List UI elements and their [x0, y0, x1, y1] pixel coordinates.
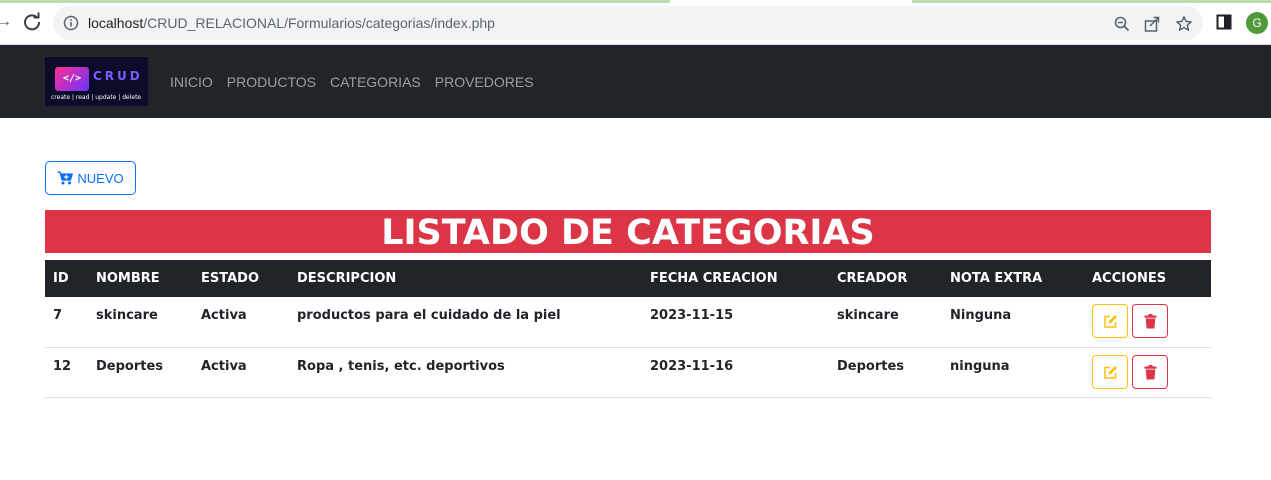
- address-bar[interactable]: localhost/CRUD_RELACIONAL/Formularios/ca…: [53, 6, 1203, 40]
- browser-toolbar: → localhost/CRUD_RELACIONAL/Formularios/…: [0, 0, 1271, 45]
- nav-link-productos[interactable]: PRODUCTOS: [227, 73, 316, 91]
- reload-icon[interactable]: [22, 12, 42, 32]
- trash-icon: [1144, 314, 1157, 329]
- cell-fecha: 2023-11-16: [642, 347, 829, 398]
- share-icon[interactable]: [1143, 15, 1161, 33]
- cell-nota: ninguna: [942, 347, 1084, 398]
- nav-link-provedores[interactable]: PROVEDORES: [435, 73, 534, 91]
- table-row: 7 skincare Activa productos para el cuid…: [45, 297, 1211, 348]
- col-header-descripcion: DESCRIPCION: [289, 260, 642, 297]
- page-title: LISTADO DE CATEGORIAS: [45, 210, 1211, 253]
- table-header: ID NOMBRE ESTADO DESCRIPCION FECHA CREAC…: [45, 260, 1211, 297]
- zoom-icon[interactable]: [1113, 15, 1131, 33]
- brand-tagline: create | read | update | delete: [51, 94, 142, 101]
- forward-arrow-icon[interactable]: →: [0, 13, 12, 31]
- cell-descripcion: productos para el cuidado de la piel: [289, 297, 642, 348]
- cell-id: 7: [45, 297, 88, 348]
- site-info-icon[interactable]: [63, 15, 79, 31]
- edit-button[interactable]: [1092, 354, 1128, 389]
- edit-icon: [1104, 365, 1117, 379]
- edit-button[interactable]: [1092, 304, 1128, 338]
- col-header-id: ID: [45, 260, 88, 297]
- nav-link-inicio[interactable]: INICIO: [170, 73, 213, 91]
- cell-acciones: [1084, 347, 1211, 398]
- nav-link-categorias[interactable]: CATEGORIAS: [330, 73, 421, 91]
- delete-button[interactable]: [1132, 304, 1168, 338]
- header-row: ID NOMBRE ESTADO DESCRIPCION FECHA CREAC…: [45, 260, 1211, 297]
- url-path: /CRUD_RELACIONAL/Formularios/categorias/…: [143, 15, 495, 31]
- cell-nombre: skincare: [88, 297, 193, 348]
- col-header-acciones: ACCIONES: [1084, 260, 1211, 297]
- cell-nombre: Deportes: [88, 347, 193, 398]
- code-icon: </>: [55, 67, 89, 91]
- brand-name: CRUD: [93, 69, 143, 83]
- new-category-button[interactable]: NUEVO: [45, 161, 136, 195]
- profile-avatar[interactable]: G: [1246, 12, 1268, 34]
- cell-estado: Activa: [193, 297, 289, 348]
- categories-table: ID NOMBRE ESTADO DESCRIPCION FECHA CREAC…: [45, 260, 1211, 398]
- tab-edge-right: [912, 0, 1271, 3]
- col-header-fecha: FECHA CREACION: [642, 260, 829, 297]
- delete-button[interactable]: [1132, 354, 1168, 389]
- navbar: </> CRUD create | read | update | delete…: [0, 45, 1271, 118]
- edit-icon: [1104, 315, 1117, 328]
- url-host: localhost: [88, 15, 144, 31]
- cell-estado: Activa: [193, 347, 289, 398]
- table-row: 12 Deportes Activa Ropa , tenis, etc. de…: [45, 347, 1211, 398]
- col-header-nombre: NOMBRE: [88, 260, 193, 297]
- col-header-estado: ESTADO: [193, 260, 289, 297]
- cell-acciones: [1084, 297, 1211, 348]
- col-header-creador: CREADOR: [829, 260, 942, 297]
- new-button-label: NUEVO: [77, 170, 124, 186]
- cell-creador: skincare: [829, 297, 942, 348]
- tab-edge-left: [0, 0, 670, 3]
- cell-id: 12: [45, 347, 88, 398]
- cart-plus-icon: [57, 171, 74, 185]
- brand-logo[interactable]: </> CRUD create | read | update | delete: [45, 57, 148, 106]
- nav-menu: INICIO PRODUCTOS CATEGORIAS PROVEDORES: [170, 73, 534, 91]
- cell-descripcion: Ropa , tenis, etc. deportivos: [289, 347, 642, 398]
- col-header-nota: NOTA EXTRA: [942, 260, 1084, 297]
- cell-creador: Deportes: [829, 347, 942, 398]
- cell-fecha: 2023-11-15: [642, 297, 829, 348]
- url-text: localhost/CRUD_RELACIONAL/Formularios/ca…: [88, 14, 495, 32]
- tab-strip-edge: [0, 0, 1271, 3]
- bookmark-star-icon[interactable]: [1175, 15, 1193, 33]
- cell-nota: Ninguna: [942, 297, 1084, 348]
- side-panel-icon[interactable]: [1216, 14, 1232, 30]
- trash-icon: [1144, 364, 1157, 379]
